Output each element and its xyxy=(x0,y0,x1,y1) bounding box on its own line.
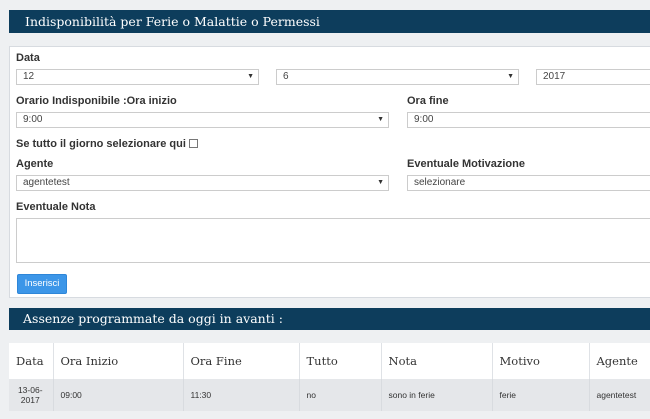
cell-ora-fine: 11:30 xyxy=(183,379,300,411)
column-header: Agente xyxy=(589,343,650,379)
inserisci-button[interactable]: Inserisci xyxy=(17,274,67,294)
motivazione-label: Eventuale Motivazione xyxy=(407,158,525,170)
chevron-down-icon: ▼ xyxy=(247,73,254,80)
section-title: Assenze programmate da oggi in avanti : xyxy=(23,311,283,326)
chevron-down-icon: ▼ xyxy=(507,73,514,80)
column-header: Tutto xyxy=(299,343,382,379)
nota-label: Eventuale Nota xyxy=(16,201,96,213)
agente-label: Agente xyxy=(16,158,54,170)
column-header: Ora Fine xyxy=(183,343,300,379)
tutto-giorno-label: Se tutto il giorno selezionare qui xyxy=(16,138,186,150)
ora-fine-label: Ora fine xyxy=(407,95,449,107)
tutto-giorno-row: Se tutto il giorno selezionare qui xyxy=(16,138,198,150)
chevron-down-icon: ▼ xyxy=(377,116,384,123)
table-row: 13-06- 2017 09:00 11:30 no sono in ferie… xyxy=(9,379,650,411)
chevron-down-icon: ▼ xyxy=(377,179,384,186)
column-header: Data xyxy=(9,343,54,379)
tutto-giorno-checkbox[interactable] xyxy=(188,138,198,148)
motivazione-select[interactable]: selezionare xyxy=(407,175,650,191)
month-select[interactable]: 6 ▼ xyxy=(276,69,519,85)
ora-inizio-label: Orario Indisponibile :Ora inizio xyxy=(16,95,177,107)
cell-tutto: no xyxy=(299,379,382,411)
nota-textarea[interactable] xyxy=(16,218,650,263)
cell-motivo: ferie xyxy=(492,379,590,411)
absences-table: Data Ora Inizio Ora Fine Tutto Nota Moti… xyxy=(9,343,650,411)
absence-form: Data 12 ▼ 6 ▼ 2017 Orario Indisponibile … xyxy=(9,46,650,298)
ora-inizio-select[interactable]: 9:00 ▼ xyxy=(16,112,389,128)
cell-nota: sono in ferie xyxy=(381,379,493,411)
ora-fine-select[interactable]: 9:00 xyxy=(407,112,650,128)
column-header: Nota xyxy=(381,343,493,379)
cell-agente: agentetest xyxy=(589,379,650,411)
day-select[interactable]: 12 ▼ xyxy=(16,69,259,85)
column-header: Motivo xyxy=(492,343,590,379)
table-header-row: Data Ora Inizio Ora Fine Tutto Nota Moti… xyxy=(9,343,650,379)
column-header: Ora Inizio xyxy=(53,343,184,379)
agente-select[interactable]: agentetest ▼ xyxy=(16,175,389,191)
cell-ora-inizio: 09:00 xyxy=(53,379,184,411)
page-title: Indisponibilità per Ferie o Malattie o P… xyxy=(25,14,320,29)
year-input[interactable]: 2017 xyxy=(536,69,650,85)
data-label: Data xyxy=(16,52,40,64)
section-header: Assenze programmate da oggi in avanti : xyxy=(9,308,650,330)
cell-data: 13-06- 2017 xyxy=(9,379,54,411)
page-header: Indisponibilità per Ferie o Malattie o P… xyxy=(9,10,650,33)
